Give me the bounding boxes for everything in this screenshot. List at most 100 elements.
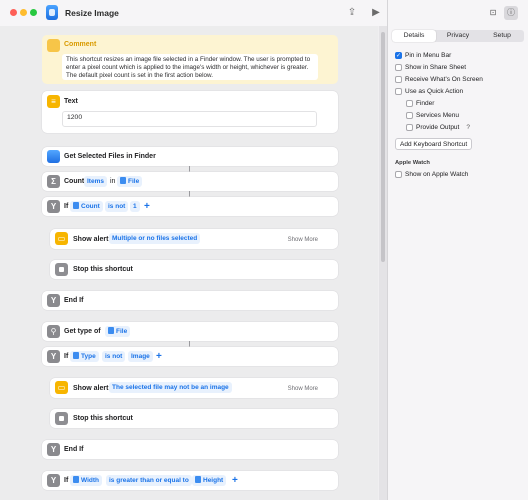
end-if-label: End If [64,446,84,453]
comment-icon [47,39,60,52]
minimize-window-button[interactable] [20,9,27,16]
add-condition-icon[interactable]: + [144,201,150,212]
magnifier-icon: ⚲ [47,325,60,338]
get-type-file-text: File [116,328,128,335]
end-if-label: End If [64,297,84,304]
tab-setup[interactable]: Setup [480,30,524,42]
pin-menu-bar-label: Pin in Menu Bar [405,52,452,59]
if-count-op-token[interactable]: is not [105,201,129,212]
alert-action-2[interactable]: ▭ Show alert The selected file may not b… [50,378,338,398]
variable-icon [73,202,79,209]
if-height-text: Height [203,477,224,484]
checkbox-box [406,100,413,107]
get-type-action[interactable]: ⚲ Get type of File [42,322,338,341]
share-icon[interactable]: ⇪ [345,6,359,20]
scrollbar-thumb[interactable] [381,32,385,262]
if-count-val-token[interactable]: 1 [130,201,140,212]
get-files-label: Get Selected Files in Finder [64,153,156,160]
count-in-label: in [110,178,116,185]
finder-checkbox[interactable]: Finder [406,100,434,107]
text-icon: ≡ [47,95,60,108]
tab-details[interactable]: Details [392,30,436,42]
if-size-action[interactable]: Y If Width is greater than or equal to H… [42,471,338,490]
run-icon[interactable]: ▶ [369,6,383,20]
alert-message-token[interactable]: Multiple or no files selected [109,233,201,244]
receive-screen-checkbox[interactable]: Receive What's On Screen [395,76,483,83]
count-file-text: File [128,178,140,185]
if-count-action[interactable]: Y If Count is not 1 + [42,197,338,216]
sidebar-tabs: Details Privacy Setup [392,30,524,42]
show-more-button[interactable]: Show More [288,237,318,243]
branch-icon: Y [47,350,60,363]
alert-icon: ▭ [55,232,68,245]
if-height-token[interactable]: Height [192,475,227,486]
if-label: If [64,203,69,210]
receive-screen-label: Receive What's On Screen [405,76,483,83]
stop-icon [55,412,68,425]
alert-action-1[interactable]: ▭ Show alert Multiple or no files select… [50,229,338,249]
title-bar: Resize Image ⇪ ▶ [0,0,390,26]
branch-icon: Y [47,474,60,487]
quick-action-checkbox[interactable]: Use as Quick Action [395,88,463,95]
checkbox-box [395,64,402,71]
get-files-action[interactable]: Get Selected Files in Finder [42,147,338,166]
stop-label: Stop this shortcut [73,415,133,422]
count-items-token[interactable]: Items [84,176,107,187]
end-if-action-2[interactable]: Y End If [42,440,338,459]
add-condition-icon[interactable]: + [156,351,162,362]
if-type-action[interactable]: Y If Type is not Image + [42,347,338,366]
branch-icon: Y [47,200,60,213]
close-window-button[interactable] [10,9,17,16]
zoom-window-button[interactable] [30,9,37,16]
if-width-text: Width [81,477,99,484]
provide-output-label: Provide Output [416,124,460,131]
checkbox-box [406,124,413,131]
apple-watch-checkbox[interactable]: Show on Apple Watch [395,171,468,178]
add-keyboard-shortcut-button[interactable]: Add Keyboard Shortcut [395,138,473,150]
share-sheet-checkbox[interactable]: Show in Share Sheet [395,64,466,71]
if-type-var-text: Type [81,353,96,360]
comment-action[interactable]: Comment This shortcut resizes an image f… [42,35,338,84]
count-action[interactable]: Σ Count Items in File [42,172,338,191]
stop-action-1[interactable]: Stop this shortcut [50,260,338,279]
window-title: Resize Image [65,8,119,18]
if-type-op-token[interactable]: is not [102,351,126,362]
editor-scrollbar[interactable] [379,26,387,500]
get-type-label: Get type of [64,328,101,335]
apple-watch-label: Show on Apple Watch [405,171,469,178]
file-icon [120,177,126,184]
count-label: Count [64,178,85,185]
end-if-action-1[interactable]: Y End If [42,291,338,310]
show-more-button[interactable]: Show More [288,386,318,392]
file-icon [73,476,79,483]
add-condition-icon[interactable]: + [232,475,238,486]
stop-action-2[interactable]: Stop this shortcut [50,409,338,428]
branch-icon: Y [47,443,60,456]
info-icon[interactable]: ⓘ [504,6,518,20]
text-value-field[interactable]: 1200 [62,111,317,127]
if-size-op-token[interactable]: is greater than or equal to [106,475,192,486]
provide-output-checkbox[interactable]: Provide Output ? [406,124,470,131]
comment-title: Comment [64,41,97,48]
pin-menu-bar-checkbox[interactable]: ✓ Pin in Menu Bar [395,52,451,59]
help-icon[interactable]: ? [466,124,470,131]
tab-privacy[interactable]: Privacy [436,30,480,42]
if-count-var-token[interactable]: Count [70,201,103,212]
comment-text[interactable]: This shortcut resizes an image file sele… [62,54,318,80]
checkbox-box [395,171,402,178]
services-menu-checkbox[interactable]: Services Menu [406,112,459,119]
share-sheet-label: Show in Share Sheet [405,64,467,71]
alert-label: Show alert [73,236,109,243]
if-type-var-token[interactable]: Type [70,351,99,362]
shortcut-editor: Comment This shortcut resizes an image f… [0,26,378,500]
if-width-token[interactable]: Width [70,475,102,486]
alert-message-token[interactable]: The selected file may not be an image [109,382,232,393]
if-type-val-token[interactable]: Image [128,351,153,362]
if-label: If [64,353,69,360]
stop-label: Stop this shortcut [73,266,133,273]
get-type-file-token[interactable]: File [105,326,131,337]
text-action[interactable]: ≡ Text 1200 [42,91,338,133]
count-file-token[interactable]: File [117,176,143,187]
library-icon[interactable]: ⊡ [486,6,500,20]
checkbox-box [395,76,402,83]
